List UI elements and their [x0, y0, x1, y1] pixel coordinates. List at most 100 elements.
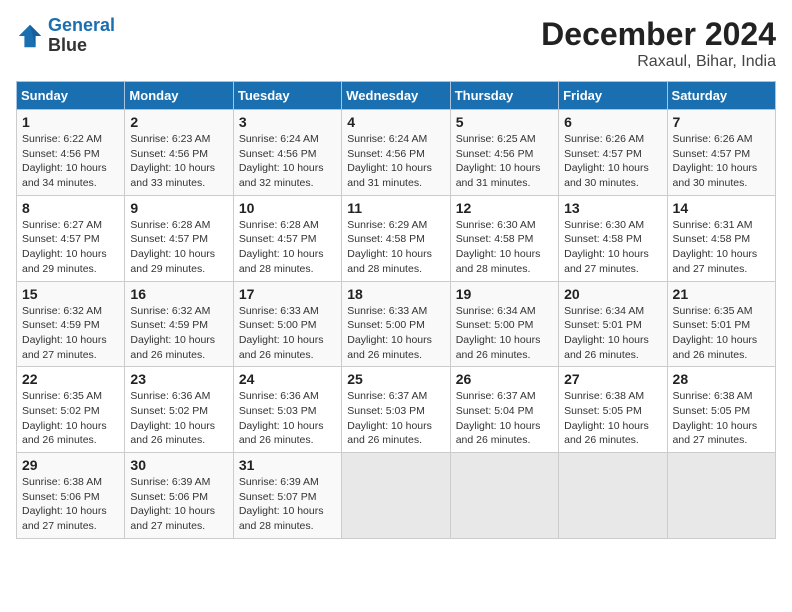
calendar-week-row: 29 Sunrise: 6:38 AMSunset: 5:06 PMDaylig…: [17, 453, 776, 539]
calendar-day-cell: 20 Sunrise: 6:34 AMSunset: 5:01 PMDaylig…: [559, 281, 667, 367]
day-number: 6: [564, 114, 661, 130]
calendar-week-row: 22 Sunrise: 6:35 AMSunset: 5:02 PMDaylig…: [17, 367, 776, 453]
day-number: 26: [456, 371, 553, 387]
day-number: 17: [239, 286, 336, 302]
weekday-header: Sunday: [17, 82, 125, 110]
day-detail: Sunrise: 6:34 AMSunset: 5:01 PMDaylight:…: [564, 305, 649, 361]
weekday-header: Wednesday: [342, 82, 450, 110]
calendar-day-cell: 26 Sunrise: 6:37 AMSunset: 5:04 PMDaylig…: [450, 367, 558, 453]
calendar-week-row: 1 Sunrise: 6:22 AMSunset: 4:56 PMDayligh…: [17, 110, 776, 196]
day-detail: Sunrise: 6:37 AMSunset: 5:03 PMDaylight:…: [347, 390, 432, 446]
calendar-day-cell: 18 Sunrise: 6:33 AMSunset: 5:00 PMDaylig…: [342, 281, 450, 367]
calendar-day-cell: 22 Sunrise: 6:35 AMSunset: 5:02 PMDaylig…: [17, 367, 125, 453]
calendar-day-cell: 11 Sunrise: 6:29 AMSunset: 4:58 PMDaylig…: [342, 195, 450, 281]
day-detail: Sunrise: 6:23 AMSunset: 4:56 PMDaylight:…: [130, 133, 215, 189]
calendar-week-row: 15 Sunrise: 6:32 AMSunset: 4:59 PMDaylig…: [17, 281, 776, 367]
calendar-day-cell: 8 Sunrise: 6:27 AMSunset: 4:57 PMDayligh…: [17, 195, 125, 281]
day-detail: Sunrise: 6:35 AMSunset: 5:02 PMDaylight:…: [22, 390, 107, 446]
day-number: 25: [347, 371, 444, 387]
day-number: 11: [347, 200, 444, 216]
day-detail: Sunrise: 6:30 AMSunset: 4:58 PMDaylight:…: [564, 219, 649, 275]
calendar-day-cell: 4 Sunrise: 6:24 AMSunset: 4:56 PMDayligh…: [342, 110, 450, 196]
weekday-header: Tuesday: [233, 82, 341, 110]
day-detail: Sunrise: 6:30 AMSunset: 4:58 PMDaylight:…: [456, 219, 541, 275]
day-detail: Sunrise: 6:24 AMSunset: 4:56 PMDaylight:…: [239, 133, 324, 189]
calendar-day-cell: 13 Sunrise: 6:30 AMSunset: 4:58 PMDaylig…: [559, 195, 667, 281]
day-detail: Sunrise: 6:26 AMSunset: 4:57 PMDaylight:…: [564, 133, 649, 189]
calendar-day-cell: 30 Sunrise: 6:39 AMSunset: 5:06 PMDaylig…: [125, 453, 233, 539]
empty-cell: [450, 453, 558, 539]
calendar-table: SundayMondayTuesdayWednesdayThursdayFrid…: [16, 81, 776, 539]
logo-icon: [16, 22, 44, 50]
day-number: 31: [239, 457, 336, 473]
day-number: 16: [130, 286, 227, 302]
calendar-day-cell: 24 Sunrise: 6:36 AMSunset: 5:03 PMDaylig…: [233, 367, 341, 453]
day-number: 30: [130, 457, 227, 473]
page-header: General Blue December 2024 Raxaul, Bihar…: [16, 16, 776, 71]
calendar-day-cell: 3 Sunrise: 6:24 AMSunset: 4:56 PMDayligh…: [233, 110, 341, 196]
day-number: 4: [347, 114, 444, 130]
empty-cell: [667, 453, 775, 539]
weekday-header: Monday: [125, 82, 233, 110]
calendar-day-cell: 7 Sunrise: 6:26 AMSunset: 4:57 PMDayligh…: [667, 110, 775, 196]
day-detail: Sunrise: 6:27 AMSunset: 4:57 PMDaylight:…: [22, 219, 107, 275]
calendar-day-cell: 16 Sunrise: 6:32 AMSunset: 4:59 PMDaylig…: [125, 281, 233, 367]
logo-line1: General: [48, 15, 115, 35]
weekday-header-row: SundayMondayTuesdayWednesdayThursdayFrid…: [17, 82, 776, 110]
day-number: 7: [673, 114, 770, 130]
day-number: 15: [22, 286, 119, 302]
calendar-day-cell: 14 Sunrise: 6:31 AMSunset: 4:58 PMDaylig…: [667, 195, 775, 281]
day-number: 22: [22, 371, 119, 387]
day-number: 20: [564, 286, 661, 302]
day-detail: Sunrise: 6:25 AMSunset: 4:56 PMDaylight:…: [456, 133, 541, 189]
day-detail: Sunrise: 6:26 AMSunset: 4:57 PMDaylight:…: [673, 133, 758, 189]
calendar-day-cell: 28 Sunrise: 6:38 AMSunset: 5:05 PMDaylig…: [667, 367, 775, 453]
day-detail: Sunrise: 6:28 AMSunset: 4:57 PMDaylight:…: [239, 219, 324, 275]
calendar-day-cell: 1 Sunrise: 6:22 AMSunset: 4:56 PMDayligh…: [17, 110, 125, 196]
day-number: 5: [456, 114, 553, 130]
day-number: 10: [239, 200, 336, 216]
page-title: December 2024: [541, 16, 776, 53]
day-detail: Sunrise: 6:37 AMSunset: 5:04 PMDaylight:…: [456, 390, 541, 446]
day-number: 2: [130, 114, 227, 130]
day-number: 24: [239, 371, 336, 387]
calendar-day-cell: 31 Sunrise: 6:39 AMSunset: 5:07 PMDaylig…: [233, 453, 341, 539]
day-number: 27: [564, 371, 661, 387]
weekday-header: Thursday: [450, 82, 558, 110]
day-number: 21: [673, 286, 770, 302]
calendar-day-cell: 9 Sunrise: 6:28 AMSunset: 4:57 PMDayligh…: [125, 195, 233, 281]
calendar-day-cell: 5 Sunrise: 6:25 AMSunset: 4:56 PMDayligh…: [450, 110, 558, 196]
day-detail: Sunrise: 6:39 AMSunset: 5:07 PMDaylight:…: [239, 476, 324, 532]
weekday-header: Saturday: [667, 82, 775, 110]
title-block: December 2024 Raxaul, Bihar, India: [541, 16, 776, 71]
calendar-day-cell: 27 Sunrise: 6:38 AMSunset: 5:05 PMDaylig…: [559, 367, 667, 453]
calendar-day-cell: 25 Sunrise: 6:37 AMSunset: 5:03 PMDaylig…: [342, 367, 450, 453]
day-detail: Sunrise: 6:31 AMSunset: 4:58 PMDaylight:…: [673, 219, 758, 275]
calendar-day-cell: 23 Sunrise: 6:36 AMSunset: 5:02 PMDaylig…: [125, 367, 233, 453]
day-detail: Sunrise: 6:36 AMSunset: 5:02 PMDaylight:…: [130, 390, 215, 446]
page-subtitle: Raxaul, Bihar, India: [541, 53, 776, 71]
calendar-day-cell: 21 Sunrise: 6:35 AMSunset: 5:01 PMDaylig…: [667, 281, 775, 367]
day-detail: Sunrise: 6:38 AMSunset: 5:05 PMDaylight:…: [673, 390, 758, 446]
day-number: 23: [130, 371, 227, 387]
day-detail: Sunrise: 6:33 AMSunset: 5:00 PMDaylight:…: [239, 305, 324, 361]
day-detail: Sunrise: 6:38 AMSunset: 5:05 PMDaylight:…: [564, 390, 649, 446]
day-number: 28: [673, 371, 770, 387]
day-detail: Sunrise: 6:35 AMSunset: 5:01 PMDaylight:…: [673, 305, 758, 361]
day-detail: Sunrise: 6:29 AMSunset: 4:58 PMDaylight:…: [347, 219, 432, 275]
calendar-day-cell: 17 Sunrise: 6:33 AMSunset: 5:00 PMDaylig…: [233, 281, 341, 367]
day-number: 14: [673, 200, 770, 216]
day-number: 3: [239, 114, 336, 130]
calendar-day-cell: 19 Sunrise: 6:34 AMSunset: 5:00 PMDaylig…: [450, 281, 558, 367]
calendar-day-cell: 12 Sunrise: 6:30 AMSunset: 4:58 PMDaylig…: [450, 195, 558, 281]
day-detail: Sunrise: 6:32 AMSunset: 4:59 PMDaylight:…: [130, 305, 215, 361]
day-detail: Sunrise: 6:34 AMSunset: 5:00 PMDaylight:…: [456, 305, 541, 361]
day-detail: Sunrise: 6:38 AMSunset: 5:06 PMDaylight:…: [22, 476, 107, 532]
day-number: 29: [22, 457, 119, 473]
empty-cell: [342, 453, 450, 539]
day-detail: Sunrise: 6:33 AMSunset: 5:00 PMDaylight:…: [347, 305, 432, 361]
day-detail: Sunrise: 6:28 AMSunset: 4:57 PMDaylight:…: [130, 219, 215, 275]
calendar-week-row: 8 Sunrise: 6:27 AMSunset: 4:57 PMDayligh…: [17, 195, 776, 281]
calendar-day-cell: 15 Sunrise: 6:32 AMSunset: 4:59 PMDaylig…: [17, 281, 125, 367]
day-number: 18: [347, 286, 444, 302]
